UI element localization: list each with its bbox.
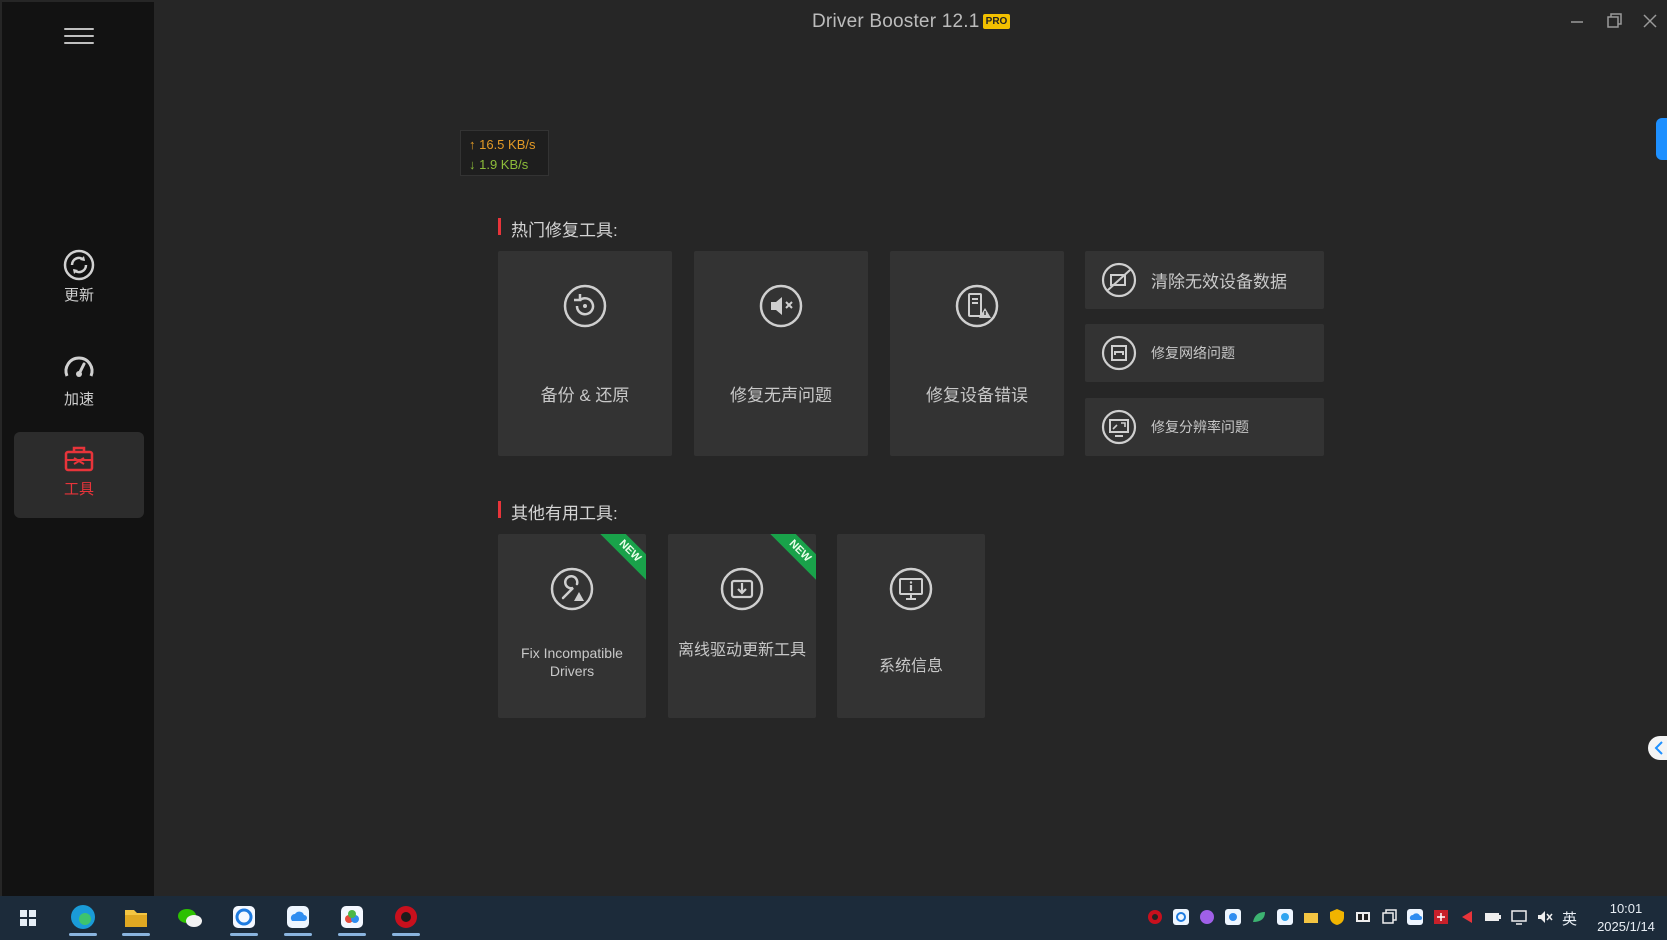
sidebar-item-label: 工具 bbox=[63, 481, 94, 498]
sidebar-item-label: 更新 bbox=[63, 287, 94, 304]
card-label: 离线驱动更新工具 bbox=[678, 642, 807, 659]
sidebar-item-update[interactable]: 更新 bbox=[14, 238, 144, 324]
network-speed-widget: ↑ 16.5 KB/s ↓ 1.9 KB/s bbox=[460, 130, 549, 176]
system-info-icon bbox=[889, 567, 933, 611]
other-tools-heading: 其他有用工具: bbox=[498, 499, 618, 524]
speedometer-icon bbox=[64, 356, 94, 377]
hot-tools-heading: 热门修复工具: bbox=[498, 216, 618, 241]
card-label: 修复无声问题 bbox=[730, 386, 832, 405]
upload-speed: ↑ 16.5 KB/s bbox=[469, 137, 536, 152]
fix-network-card[interactable]: 修复网络问题 bbox=[1085, 324, 1324, 382]
device-warning-icon bbox=[955, 284, 999, 328]
shield-tray-icon[interactable] bbox=[1328, 908, 1346, 926]
clear-device-data-card[interactable]: 清除无效设备数据 bbox=[1085, 251, 1324, 309]
offline-update-icon bbox=[720, 567, 764, 611]
hamburger-menu-icon[interactable] bbox=[64, 28, 94, 50]
app-window: 更新 加速 工具 Driver Booster 12.1 PRO ↑ 16.5 … bbox=[0, 0, 1667, 896]
dolby-tray-icon[interactable] bbox=[1354, 908, 1372, 926]
taskbar: 英 10:01 2025/1/14 bbox=[0, 896, 1667, 940]
baidu-netdisk-icon[interactable] bbox=[330, 900, 374, 936]
window-tray-icon[interactable] bbox=[1380, 908, 1398, 926]
netdisk-tray-icon[interactable] bbox=[1224, 908, 1242, 926]
wrench-warning-icon bbox=[550, 567, 594, 611]
fix-resolution-card[interactable]: 修复分辨率问题 bbox=[1085, 398, 1324, 456]
sidebar-item-tools[interactable]: 工具 bbox=[14, 432, 144, 518]
new-badge: NEW bbox=[768, 534, 816, 583]
fix-no-sound-card[interactable]: 修复无声问题 bbox=[694, 251, 868, 456]
app-tray-icon[interactable] bbox=[1172, 908, 1190, 926]
card-label: 清除无效设备数据 bbox=[1151, 272, 1287, 292]
cloud-icon[interactable] bbox=[276, 900, 320, 936]
purple-app-tray-icon[interactable] bbox=[1198, 908, 1216, 926]
file-explorer-icon[interactable] bbox=[114, 900, 158, 936]
sidebar-item-label: 加速 bbox=[63, 391, 94, 408]
card-label: 系统信息 bbox=[878, 658, 943, 675]
red-arrow-tray-icon[interactable] bbox=[1458, 908, 1476, 926]
battery-icon[interactable] bbox=[1484, 908, 1502, 926]
new-badge: NEW bbox=[598, 534, 646, 583]
edge-icon[interactable] bbox=[61, 900, 105, 936]
app-title: Driver Booster 12.1 bbox=[812, 11, 980, 32]
speaker-mute-icon bbox=[759, 284, 803, 328]
chevron-left-icon[interactable] bbox=[1648, 736, 1667, 760]
resolution-icon bbox=[1101, 409, 1137, 445]
pro-badge: PRO bbox=[983, 14, 1010, 29]
screen-capture-tray-icon[interactable] bbox=[1432, 908, 1450, 926]
input-method-indicator[interactable]: 英 bbox=[1562, 908, 1577, 929]
card-label: 修复分辨率问题 bbox=[1151, 419, 1249, 435]
card-label: 备份 & 还原 bbox=[540, 386, 630, 405]
fix-device-error-card[interactable]: 修复设备错误 bbox=[890, 251, 1064, 456]
windows-start-icon[interactable] bbox=[6, 900, 50, 936]
fix-incompatible-drivers-card[interactable]: NEW Fix Incompatible Drivers bbox=[498, 534, 646, 718]
app-icon[interactable] bbox=[222, 900, 266, 936]
card-label: 修复设备错误 bbox=[926, 386, 1028, 405]
wechat-icon[interactable] bbox=[168, 900, 212, 936]
sidebar: 更新 加速 工具 bbox=[2, 2, 154, 896]
card-label: Fix Incompatible Drivers bbox=[521, 645, 623, 679]
network-tray-icon[interactable] bbox=[1510, 908, 1528, 926]
minimize-icon[interactable] bbox=[1564, 8, 1590, 34]
system-info-card[interactable]: 系统信息 bbox=[837, 534, 985, 718]
restore-icon[interactable] bbox=[1601, 8, 1627, 34]
toolbox-icon bbox=[64, 446, 94, 472]
volume-muted-icon[interactable] bbox=[1536, 908, 1554, 926]
refresh-icon bbox=[63, 249, 95, 281]
cloud-tray-icon[interactable] bbox=[1276, 908, 1294, 926]
taskbar-clock[interactable]: 10:01 2025/1/14 bbox=[1586, 900, 1666, 936]
download-speed: ↓ 1.9 KB/s bbox=[469, 157, 529, 172]
card-label: 修复网络问题 bbox=[1151, 345, 1235, 361]
green-leaf-tray-icon[interactable] bbox=[1250, 908, 1268, 926]
backup-restore-card[interactable]: 备份 & 还原 bbox=[498, 251, 672, 456]
offline-driver-update-card[interactable]: NEW 离线驱动更新工具 bbox=[668, 534, 816, 718]
clear-device-data-icon bbox=[1101, 262, 1137, 298]
clock-date: 2025/1/14 bbox=[1597, 919, 1655, 934]
network-icon bbox=[1101, 335, 1137, 371]
backup-restore-icon bbox=[563, 284, 607, 328]
cloud-sync-tray-icon[interactable] bbox=[1406, 908, 1424, 926]
sidebar-item-speedup[interactable]: 加速 bbox=[14, 342, 144, 428]
folder-tray-icon[interactable] bbox=[1302, 908, 1320, 926]
side-panel-tab[interactable] bbox=[1656, 118, 1667, 160]
driver-booster-tray-icon[interactable] bbox=[1146, 908, 1164, 926]
driver-booster-icon[interactable] bbox=[384, 900, 428, 936]
close-icon[interactable] bbox=[1637, 8, 1663, 34]
clock-time: 10:01 bbox=[1609, 901, 1643, 916]
